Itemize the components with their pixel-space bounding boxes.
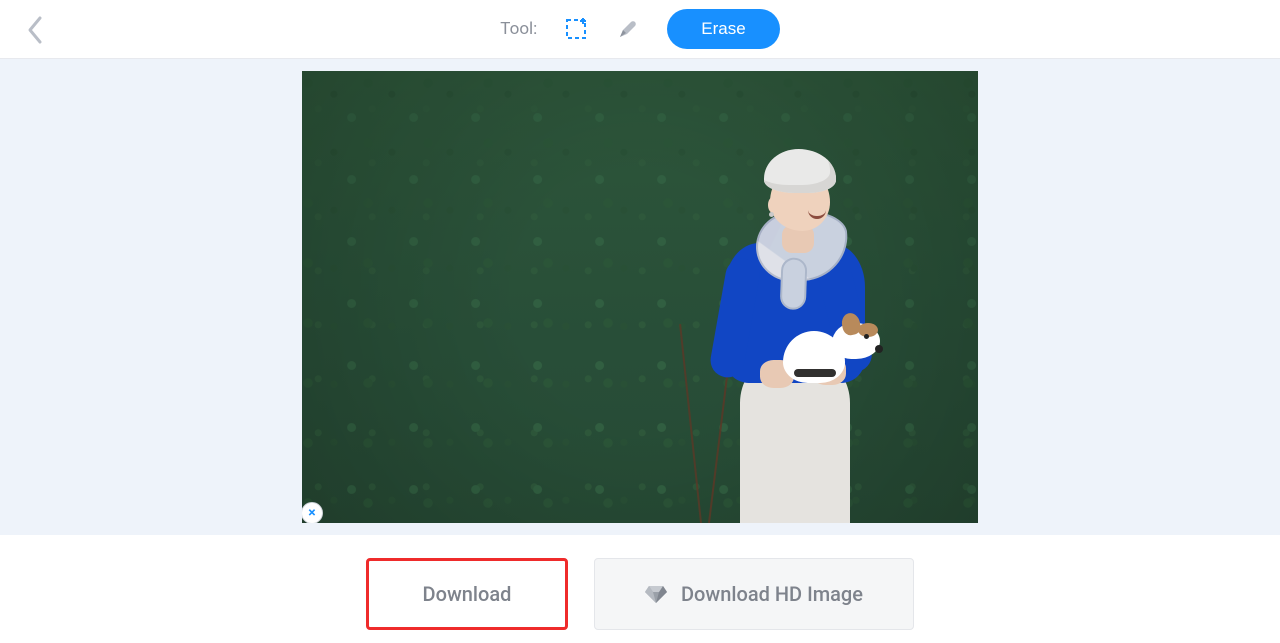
tool-label: Tool:	[500, 19, 537, 39]
remove-image-button[interactable]: ×	[302, 502, 323, 523]
top-toolbar: Tool: Erase	[0, 0, 1280, 59]
marquee-icon	[565, 18, 587, 40]
brush-tool-button[interactable]	[615, 16, 641, 42]
canvas-area: ×	[0, 59, 1280, 535]
diamond-icon	[645, 584, 667, 604]
erase-button[interactable]: Erase	[667, 9, 779, 49]
download-bar: Download Download HD Image	[0, 535, 1280, 643]
back-button[interactable]	[26, 0, 44, 59]
marquee-tool-button[interactable]	[563, 16, 589, 42]
image-subject	[690, 143, 900, 523]
toolbar-center: Tool: Erase	[500, 9, 779, 49]
brush-icon	[617, 18, 639, 40]
close-icon: ×	[308, 505, 315, 521]
download-button-label: Download	[423, 582, 512, 606]
chevron-left-icon	[26, 15, 44, 45]
download-hd-button[interactable]: Download HD Image	[594, 558, 914, 630]
download-hd-button-label: Download HD Image	[681, 582, 863, 606]
download-button[interactable]: Download	[366, 558, 568, 630]
edited-image[interactable]: ×	[302, 71, 978, 523]
